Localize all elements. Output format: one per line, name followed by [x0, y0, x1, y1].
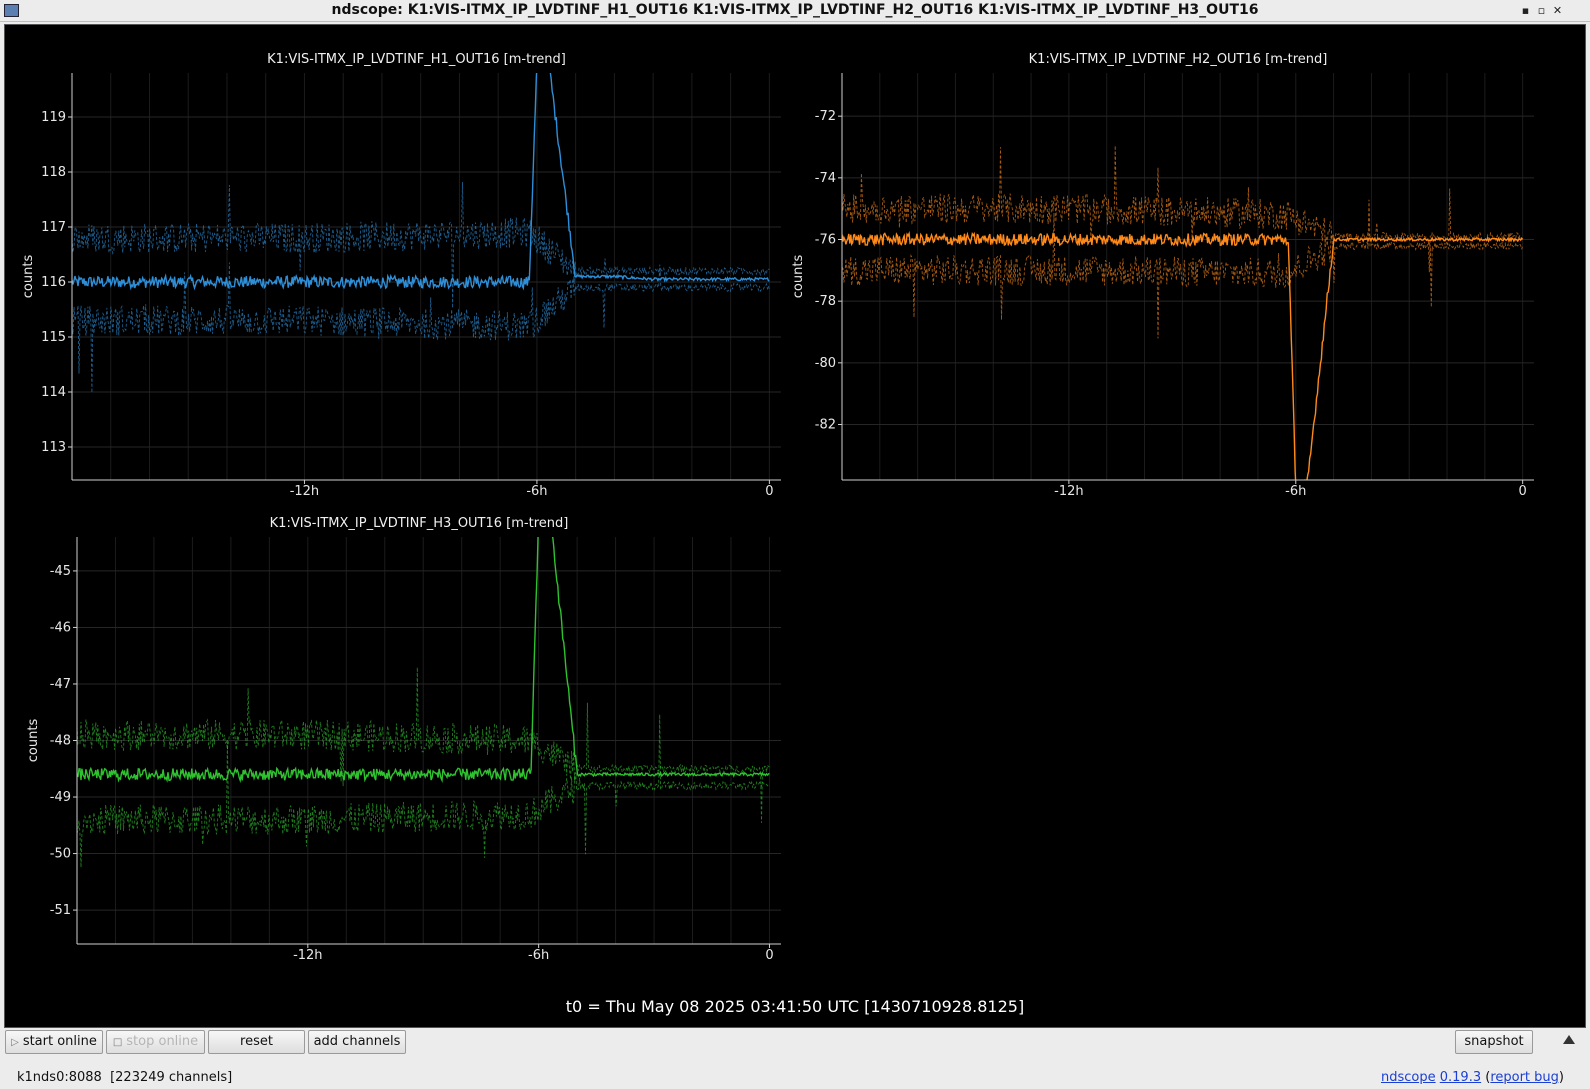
y-tick-label: -48 — [50, 734, 71, 749]
stop-online-button: □ stop online — [106, 1030, 205, 1054]
reset-button[interactable]: reset — [208, 1030, 305, 1054]
y-tick-label: 113 — [41, 440, 66, 455]
start-online-label: start online — [22, 1034, 97, 1049]
stop-online-label: stop online — [126, 1034, 199, 1049]
y-tick-label: -45 — [50, 564, 71, 579]
x-tick-label: -12h — [293, 948, 322, 963]
play-icon: ▷ — [11, 1037, 19, 1048]
t0-label: t0 = Thu May 08 2025 03:41:50 UTC [14307… — [565, 997, 1025, 1016]
y-tick-label: 114 — [41, 385, 66, 400]
version-info: ndscope 0.19.3 (report bug) — [1380, 1070, 1564, 1085]
y-tick-label: 118 — [41, 165, 66, 180]
y-tick-label: 116 — [41, 275, 66, 290]
window-titlebar: ndscope: K1:VIS-ITMX_IP_LVDTINF_H1_OUT16… — [0, 0, 1590, 22]
y-tick-label: -74 — [815, 171, 836, 186]
x-tick-label: -12h — [1054, 484, 1083, 499]
add-channels-button[interactable]: add channels — [308, 1030, 406, 1054]
y-tick-label: 115 — [41, 330, 66, 345]
stop-icon: □ — [112, 1037, 123, 1048]
y-tick-label: -76 — [815, 233, 836, 248]
server-status: k1nds0:8088 [223249 channels] — [17, 1070, 232, 1085]
x-tick-label: -6h — [528, 948, 549, 963]
chart-2: -72 -74 -76 -78 -80 -82 -12h -6h 0 K1:VIS-ITMX_IP… — [791, 52, 1534, 499]
report-bug-link[interactable]: report bug — [1490, 1070, 1559, 1085]
y-tick-label: -82 — [815, 418, 836, 433]
chart-title: K1:VIS-ITMX_IP_LVDTINF_H1_OUT16 [m-trend… — [267, 52, 566, 67]
chart-3: -45 -46 -47 -48 -49 -50 -51 -12h -6h 0 K1:VIS-ITMX… — [26, 516, 781, 963]
y-tick-label: -50 — [50, 847, 71, 862]
y-axis-label: counts — [26, 719, 41, 763]
snapshot-button[interactable]: snapshot — [1455, 1030, 1533, 1054]
ndscope-link[interactable]: ndscope — [1381, 1070, 1436, 1085]
window-title: ndscope: K1:VIS-ITMX_IP_LVDTINF_H1_OUT16… — [331, 2, 1259, 18]
y-tick-label: -78 — [815, 294, 836, 309]
plot-area[interactable]: 113 114 115 116 117 118 119 -12h -6h 0 K1:VIS-ITMX… — [4, 24, 1586, 1028]
y-tick-label: -80 — [815, 356, 836, 371]
y-tick-label: -72 — [815, 109, 836, 124]
y-tick-label: -51 — [50, 903, 71, 918]
toolbar: ▷ start online □ stop online reset add cha… — [0, 1030, 1590, 1062]
channel-count: [223249 channels] — [110, 1070, 233, 1085]
server-address: k1nds0:8088 — [17, 1070, 102, 1085]
x-tick-label: -6h — [1285, 484, 1306, 499]
x-tick-label: -6h — [526, 484, 547, 499]
y-axis-label: counts — [791, 255, 806, 299]
y-tick-label: -46 — [50, 620, 71, 635]
version-link[interactable]: 0.19.3 — [1440, 1070, 1481, 1085]
x-tick-label: 0 — [765, 948, 773, 963]
x-tick-label: 0 — [1519, 484, 1527, 499]
y-tick-label: -49 — [50, 790, 71, 805]
y-tick-label: -47 — [50, 677, 71, 692]
chart-title: K1:VIS-ITMX_IP_LVDTINF_H3_OUT16 [m-trend… — [270, 516, 569, 531]
start-online-button[interactable]: ▷ start online — [5, 1030, 103, 1054]
x-tick-label: 0 — [765, 484, 773, 499]
maximize-button[interactable]: ▫ — [1534, 3, 1549, 18]
statusbar: k1nds0:8088 [223249 channels] ndscope 0.… — [0, 1062, 1590, 1089]
y-axis-label: counts — [21, 255, 36, 299]
collapse-icon[interactable] — [1563, 1035, 1575, 1044]
minimize-button[interactable]: ▪ — [1518, 3, 1533, 18]
chart-title: K1:VIS-ITMX_IP_LVDTINF_H2_OUT16 [m-trend… — [1029, 52, 1328, 67]
y-tick-label: 117 — [41, 220, 66, 235]
x-tick-label: -12h — [290, 484, 319, 499]
close-button[interactable]: ✕ — [1550, 3, 1565, 18]
plots-canvas[interactable]: 113 114 115 116 117 118 119 -12h -6h 0 K1:VIS-ITMX… — [5, 25, 1585, 1027]
y-tick-label: 119 — [41, 110, 66, 125]
chart-1: 113 114 115 116 117 118 119 -12h -6h 0 K1:VIS-ITMX… — [21, 52, 781, 499]
